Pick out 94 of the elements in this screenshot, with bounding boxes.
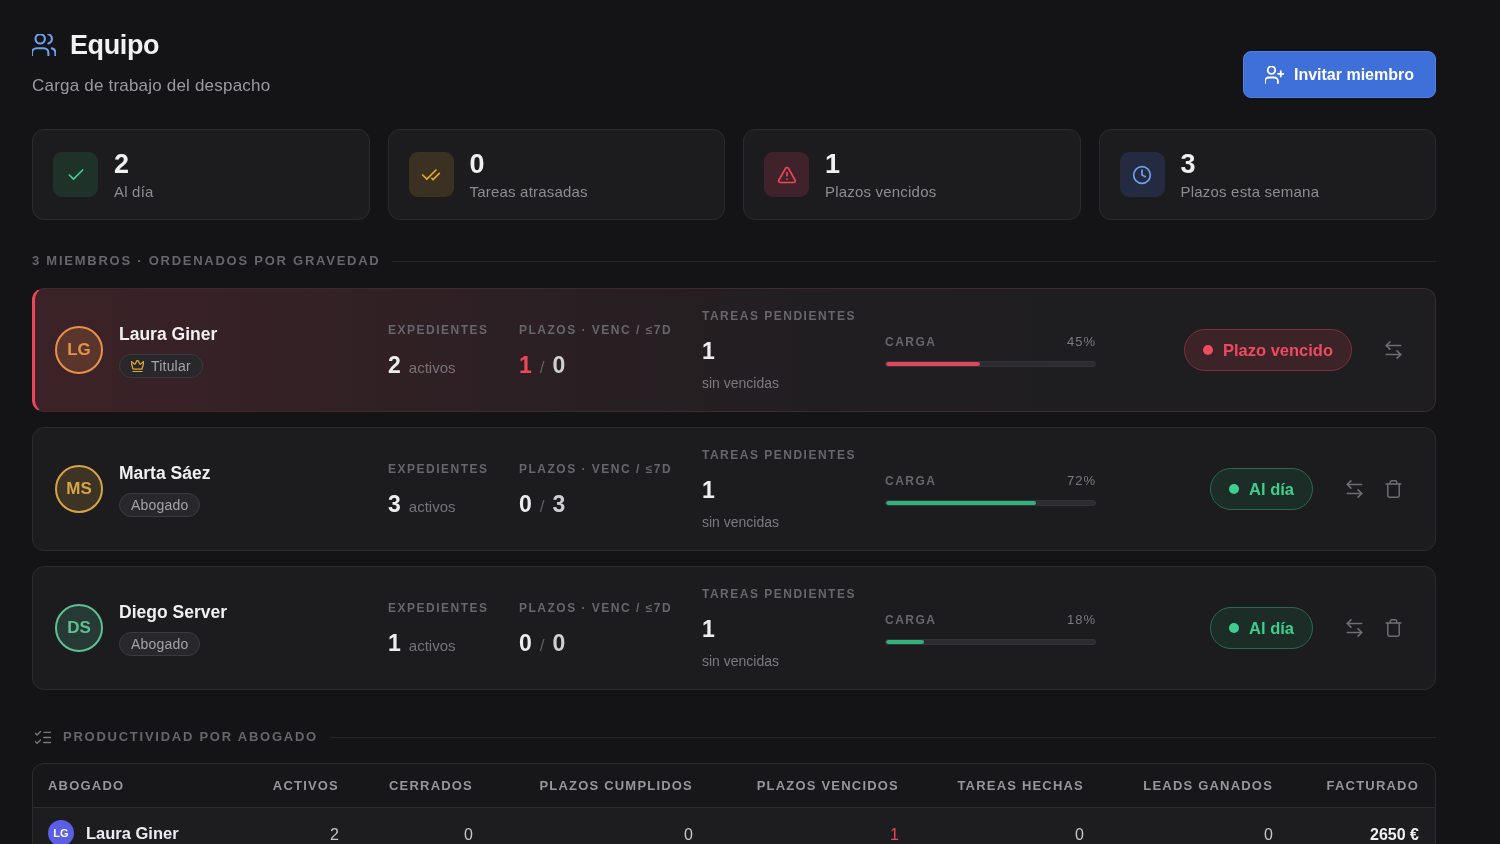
column-label: CARGA [885, 333, 937, 350]
week-count: 0 [552, 350, 566, 379]
status-dot-icon [1229, 623, 1240, 633]
pending-tasks-count: 1 [702, 337, 715, 365]
invite-member-button[interactable]: Invitar miembro [1242, 51, 1436, 98]
column-header: CERRADOS [388, 778, 474, 793]
column-label: CARGA [885, 472, 937, 489]
file-count: 2 [388, 350, 401, 379]
double-check-icon [408, 152, 454, 197]
status-dot-icon [1202, 345, 1213, 355]
table-cell-text: 2 [329, 826, 340, 844]
file-unit: activos [408, 636, 456, 654]
stat-label: Plazos esta semana [1180, 182, 1320, 201]
stat-value: 1 [825, 148, 842, 179]
week-count: 0 [552, 628, 566, 657]
column-header: ACTIVOS [271, 778, 340, 793]
column-label: TAREAS PENDIENTES [702, 586, 857, 602]
member-name: Diego Server [119, 600, 227, 623]
week-count: 3 [552, 489, 566, 518]
avatar: LG [48, 820, 74, 844]
swap-arrows-icon[interactable] [1385, 341, 1402, 359]
column-header: PLAZOS CUMPLIDOS [538, 778, 694, 793]
separator: / [539, 635, 545, 656]
load-percent: 72% [1066, 472, 1096, 489]
trash-icon[interactable] [1385, 480, 1402, 498]
stat-value: 0 [469, 148, 486, 179]
list-check-icon [35, 730, 51, 744]
avatar: DS [55, 604, 103, 652]
status-label: Al día [1249, 479, 1294, 499]
overdue-count: 0 [519, 628, 532, 657]
status-label: Al día [1249, 618, 1294, 638]
warning-icon [764, 152, 809, 197]
stat-label: Tareas atrasadas [469, 182, 588, 201]
lawyer-name: Laura Giner [86, 824, 179, 842]
section-title: PRODUCTIVIDAD POR ABOGADO [63, 729, 318, 745]
file-unit: activos [408, 358, 456, 376]
status-dot-icon [1229, 484, 1240, 494]
file-unit: activos [408, 497, 456, 515]
column-header: FACTURADO [1325, 778, 1420, 793]
pending-tasks-count: 1 [702, 615, 715, 643]
member-name: Marta Sáez [119, 461, 211, 484]
role-label: Titular [151, 357, 191, 374]
stat-label: Al día [114, 182, 154, 201]
column-header: LEADS GANADOS [1142, 778, 1274, 793]
tasks-note: sin vencidas [702, 652, 781, 670]
avatar: MS [55, 465, 103, 513]
table-cell-text: 2650 € [1369, 826, 1420, 844]
tasks-note: sin vencidas [702, 374, 781, 392]
column-label: EXPEDIENTES [388, 460, 490, 477]
swap-arrows-icon[interactable] [1346, 619, 1363, 637]
column-header: TAREAS HECHAS [956, 778, 1085, 793]
column-label: PLAZOS · VENC / ≤7D [519, 460, 674, 477]
file-count: 1 [388, 628, 401, 657]
section-title: 3 MIEMBROS · ORDENADOS POR GRAVEDAD [32, 253, 381, 269]
user-plus-icon [1264, 65, 1284, 84]
column-label: TAREAS PENDIENTES [702, 308, 857, 324]
clock-icon [1119, 152, 1165, 197]
column-header: ABOGADO [47, 778, 126, 793]
member-name: Laura Giner [119, 322, 218, 345]
column-header: PLAZOS VENCIDOS [755, 778, 900, 793]
column-label: PLAZOS · VENC / ≤7D [519, 321, 674, 338]
check-icon [53, 152, 98, 197]
table-cell-text: 1 [889, 826, 900, 844]
table-cell-text: 0 [683, 826, 694, 844]
page-subtitle: Carga de trabajo del despacho [32, 76, 271, 96]
load-percent: 45% [1066, 333, 1096, 350]
avatar: LG [55, 326, 103, 374]
table-cell-text: 0 [1074, 826, 1085, 844]
table-cell-text: 0 [463, 826, 474, 844]
page-title: Equipo [70, 30, 160, 60]
overdue-count: 0 [519, 489, 532, 518]
file-count: 3 [388, 489, 401, 518]
tasks-note: sin vencidas [702, 513, 781, 531]
overdue-count: 1 [519, 350, 532, 379]
column-label: EXPEDIENTES [388, 321, 490, 338]
status-label: Plazo vencido [1222, 340, 1333, 360]
users-icon [32, 34, 56, 56]
stat-value: 3 [1180, 148, 1197, 179]
stat-value: 2 [114, 148, 131, 179]
column-label: PLAZOS · VENC / ≤7D [519, 599, 674, 616]
separator: / [539, 496, 545, 517]
column-label: CARGA [885, 611, 937, 628]
crown-icon [131, 359, 144, 372]
stat-label: Plazos vencidos [825, 182, 937, 201]
pending-tasks-count: 1 [702, 476, 715, 504]
role-label: Abogado [131, 635, 189, 652]
separator: / [539, 357, 545, 378]
swap-arrows-icon[interactable] [1346, 480, 1363, 498]
load-percent: 18% [1066, 611, 1096, 628]
trash-icon[interactable] [1385, 619, 1402, 637]
column-label: TAREAS PENDIENTES [702, 447, 857, 463]
column-label: EXPEDIENTES [388, 599, 490, 616]
table-cell-text: 0 [1263, 826, 1274, 844]
role-label: Abogado [131, 496, 189, 513]
